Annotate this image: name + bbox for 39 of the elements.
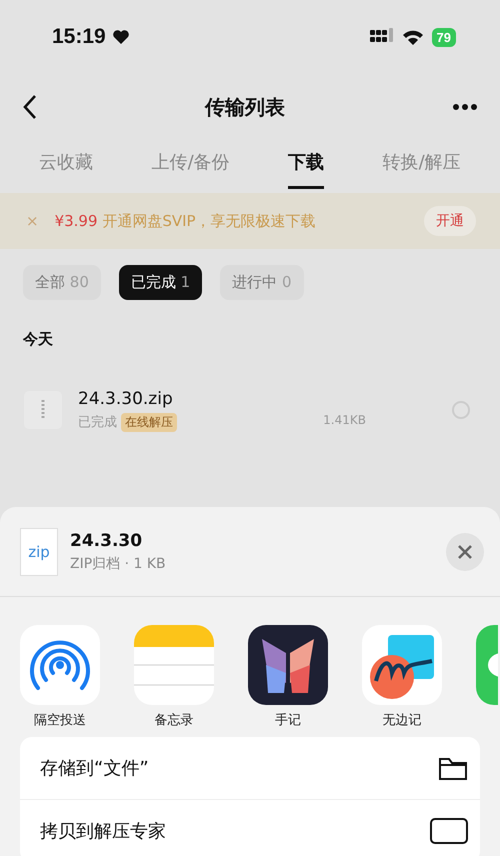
- close-button[interactable]: [446, 532, 484, 570]
- page-title: 传输列表: [204, 94, 286, 120]
- filter-chip[interactable]: 已完成 1: [118, 265, 202, 300]
- close-icon: [457, 544, 473, 560]
- app-label: 备忘录: [154, 712, 194, 729]
- archive-icon: [430, 818, 468, 844]
- tab[interactable]: 上传/备份: [152, 140, 230, 189]
- airdrop-icon[interactable]: [20, 625, 100, 705]
- file-title: 24.3.30: [70, 530, 144, 550]
- battery-indicator: 79: [432, 28, 456, 46]
- file-name: 24.3.30.zip: [78, 388, 174, 408]
- unzip-online-button[interactable]: 在线解压: [121, 412, 177, 432]
- share-action[interactable]: 拷贝到解压专家: [20, 800, 480, 856]
- app-label: 手记: [275, 712, 301, 729]
- share-action[interactable]: 存储到“文件”: [20, 737, 480, 800]
- activate-button[interactable]: 开通: [424, 206, 476, 236]
- price: ¥3.99: [54, 212, 98, 230]
- filter-chip[interactable]: 进行中 0: [220, 265, 304, 300]
- folder-icon: [438, 755, 468, 781]
- zipper-icon: [40, 400, 46, 420]
- file-size: 1.41KB: [323, 413, 366, 427]
- drawing-board-icon[interactable]: [362, 625, 442, 705]
- filter-chip[interactable]: 全部 80: [23, 265, 101, 300]
- wifi-icon: [402, 29, 424, 45]
- back-icon[interactable]: [22, 94, 38, 120]
- tab[interactable]: 下载: [288, 140, 324, 189]
- tab[interactable]: 转换/解压: [382, 140, 461, 189]
- app-label: 隔空投送: [34, 712, 86, 729]
- zip-file-icon: zip: [20, 528, 58, 576]
- section-title: 今天: [23, 330, 54, 349]
- butterfly-icon[interactable]: [248, 625, 328, 705]
- tab[interactable]: 云收藏: [39, 140, 94, 189]
- heart-icon: [112, 29, 130, 45]
- file-info: ZIP归档 · 1 KB: [70, 554, 167, 572]
- file-status: 已完成: [78, 414, 117, 431]
- app-label: 无边记: [382, 712, 422, 729]
- more-icon[interactable]: [452, 103, 478, 111]
- promo-text: 开通网盘SVIP，享无限极速下载: [102, 212, 316, 230]
- status-time: 15:19: [52, 25, 106, 49]
